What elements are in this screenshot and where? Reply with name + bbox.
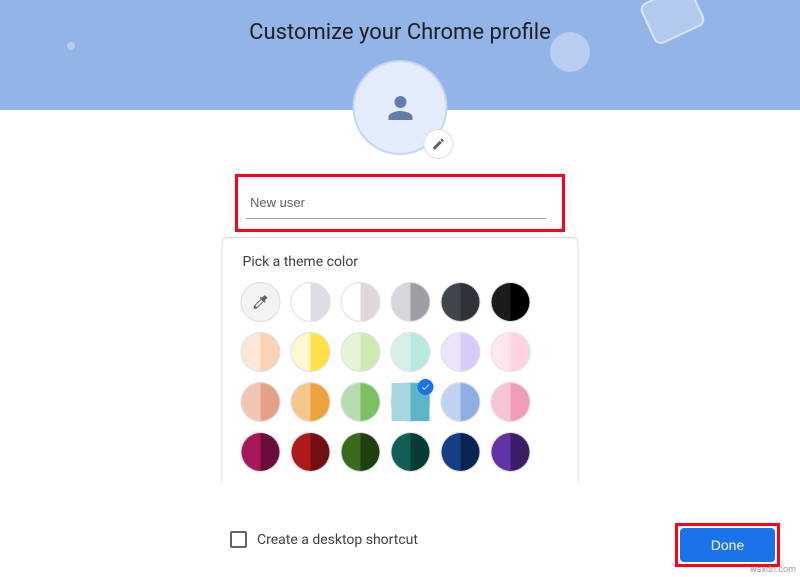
header-banner: Customize your Chrome profile [0, 0, 800, 110]
theme-swatch[interactable] [291, 382, 331, 422]
edit-avatar-button[interactable] [424, 129, 454, 159]
desktop-shortcut-label: Create a desktop shortcut [257, 532, 418, 548]
theme-swatch[interactable] [441, 282, 481, 322]
decoration-dot [67, 42, 75, 50]
theme-swatch-grid [237, 282, 564, 472]
theme-swatch[interactable] [491, 332, 531, 372]
footer-bar: Create a desktop shortcut Done [0, 505, 800, 577]
theme-swatch[interactable] [291, 282, 331, 322]
avatar-container [353, 60, 448, 155]
desktop-shortcut-checkbox[interactable] [230, 531, 247, 548]
theme-swatch[interactable] [241, 432, 281, 472]
theme-color-card: Pick a theme color [222, 237, 579, 482]
theme-swatch[interactable] [341, 432, 381, 472]
profile-name-highlight [235, 174, 565, 232]
theme-swatch[interactable] [491, 382, 531, 422]
theme-swatch[interactable] [241, 332, 281, 372]
done-button[interactable]: Done [680, 528, 775, 562]
theme-swatch[interactable] [241, 382, 281, 422]
theme-swatch[interactable] [391, 432, 431, 472]
profile-name-input[interactable] [246, 187, 546, 219]
eyedropper-icon [252, 293, 270, 311]
theme-swatch[interactable] [341, 282, 381, 322]
done-button-highlight: Done [675, 523, 780, 567]
pencil-icon [432, 137, 446, 151]
color-picker-swatch[interactable] [241, 282, 281, 322]
checkmark-icon [418, 379, 434, 395]
theme-swatch[interactable] [441, 382, 481, 422]
theme-swatch[interactable] [391, 382, 431, 422]
theme-swatch[interactable] [341, 382, 381, 422]
theme-swatch[interactable] [291, 432, 331, 472]
theme-swatch[interactable] [391, 282, 431, 322]
theme-swatch[interactable] [441, 432, 481, 472]
watermark: wsxdn.com [750, 565, 796, 575]
theme-swatch[interactable] [491, 432, 531, 472]
theme-swatch[interactable] [491, 282, 531, 322]
theme-section-title: Pick a theme color [243, 254, 564, 270]
theme-swatch[interactable] [291, 332, 331, 372]
theme-swatch[interactable] [441, 332, 481, 372]
person-icon [382, 90, 418, 126]
decoration-blob [550, 32, 590, 72]
theme-swatch[interactable] [391, 332, 431, 372]
desktop-shortcut-row[interactable]: Create a desktop shortcut [230, 531, 418, 548]
theme-swatch[interactable] [341, 332, 381, 372]
